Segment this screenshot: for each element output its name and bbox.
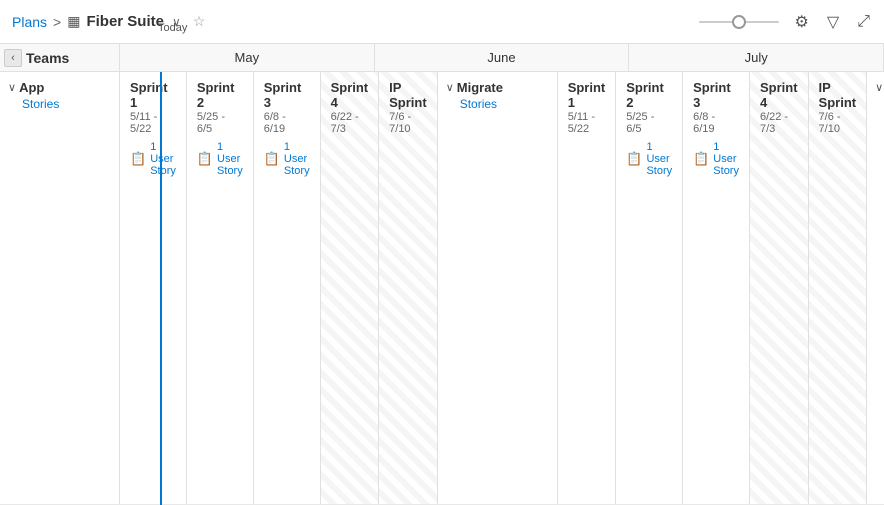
sprint-dates: 5/11 - 5/22: [568, 111, 606, 135]
sprint-name: Sprint 2: [197, 80, 243, 110]
today-label: Today: [158, 22, 187, 34]
main-container: Today ‹ Teams May June July ∨ App Storie…: [0, 44, 884, 505]
story-count-label: 1 User Story: [217, 141, 243, 177]
month-june: June: [375, 44, 630, 71]
team-name-row: ∨ App: [8, 80, 111, 95]
teams-header-cell: ‹ Teams: [0, 44, 120, 71]
sprint-cell-migrate-1: Sprint 2 5/25 - 6/5 📋 1 User Story: [616, 72, 683, 504]
sprint-name: IP Sprint: [389, 80, 427, 110]
sprint-name: Sprint 3: [693, 80, 739, 110]
team-stories-link[interactable]: Stories: [875, 97, 884, 111]
story-icon: 📋: [130, 151, 146, 167]
expand-icon: ⤢: [857, 13, 870, 31]
sprint-name: IP Sprint: [819, 80, 857, 110]
team-name-row: ∨ Report: [875, 80, 884, 95]
sprint-dates: 5/25 - 6/5: [626, 111, 672, 135]
expand-button[interactable]: ⤢: [855, 11, 872, 33]
story-icon: 📋: [264, 151, 280, 167]
month-may: May: [120, 44, 375, 71]
team-chevron-icon: ∨: [8, 81, 16, 94]
story-icon: 📋: [626, 151, 642, 167]
content-area: ∨ App Stories Sprint 1 5/11 - 5/22 📋 1 U…: [0, 72, 884, 505]
sprint-cell-app-2: Sprint 3 6/8 - 6/19 📋 1 User Story: [254, 72, 321, 504]
user-story-badge[interactable]: 📋 1 User Story: [130, 141, 176, 177]
sprint-dates: 6/8 - 6/19: [264, 111, 310, 135]
sprint-cell-app-3: Sprint 4 6/22 - 7/3: [321, 72, 380, 504]
project-title: Fiber Suite: [86, 13, 164, 30]
app-header: Plans > ▦ Fiber Suite ∨ ☆ ⚙ ▽ ⤢: [0, 0, 884, 44]
team-name-row: ∨ Migrate: [446, 80, 549, 95]
breadcrumb-separator: >: [53, 14, 61, 30]
sprint-dates: 5/25 - 6/5: [197, 111, 243, 135]
sprint-cell-app-0: Sprint 1 5/11 - 5/22 📋 1 User Story: [120, 72, 187, 504]
sprint-name: Sprint 3: [264, 80, 310, 110]
sprint-cell-app-4: IP Sprint 7/6 - 7/10: [379, 72, 438, 504]
story-icon: 📋: [693, 151, 709, 167]
sprint-dates: 6/22 - 7/3: [331, 111, 369, 135]
team-chevron-icon: ∨: [446, 81, 454, 94]
team-sprints-migrate: Sprint 1 5/11 - 5/22 Sprint 2 5/25 - 6/5…: [558, 72, 867, 504]
team-stories-link[interactable]: Stories: [8, 97, 111, 111]
team-sidebar-app: ∨ App Stories: [0, 72, 120, 504]
sprint-cell-migrate-2: Sprint 3 6/8 - 6/19 📋 1 User Story: [683, 72, 750, 504]
settings-button[interactable]: ⚙: [793, 10, 811, 34]
story-icon: 📋: [197, 151, 213, 167]
month-header-row: Today ‹ Teams May June July: [0, 44, 884, 72]
header-controls: ⚙ ▽ ⤢: [699, 10, 872, 34]
team-name: App: [19, 80, 44, 95]
team-sprints-app: Sprint 1 5/11 - 5/22 📋 1 User Story Spri…: [120, 72, 438, 504]
collapse-teams-button[interactable]: ‹: [4, 49, 22, 67]
team-sidebar-migrate: ∨ Migrate Stories: [438, 72, 558, 504]
team-section-app: ∨ App Stories Sprint 1 5/11 - 5/22 📋 1 U…: [0, 72, 438, 505]
story-count-label: 1 User Story: [150, 141, 176, 177]
sprint-cell-migrate-3: Sprint 4 6/22 - 7/3: [750, 72, 809, 504]
team-name: Migrate: [457, 80, 503, 95]
team-sidebar-report: ∨ Report Stories: [867, 72, 884, 504]
sprint-name: Sprint 1: [130, 80, 176, 110]
sprint-cell-migrate-0: Sprint 1 5/11 - 5/22: [558, 72, 617, 504]
story-count-label: 1 User Story: [284, 141, 310, 177]
breadcrumb: Plans > ▦ Fiber Suite ∨ ☆: [12, 13, 699, 30]
sprint-dates: 7/6 - 7/10: [389, 111, 427, 135]
sprint-name: Sprint 4: [760, 80, 798, 110]
filter-button[interactable]: ▽: [825, 10, 841, 34]
user-story-badge[interactable]: 📋 1 User Story: [264, 141, 310, 177]
sprint-name: Sprint 4: [331, 80, 369, 110]
sprint-dates: 5/11 - 5/22: [130, 111, 176, 135]
grid-icon: ▦: [67, 13, 80, 30]
filter-icon: ▽: [827, 12, 839, 32]
story-count-label: 1 User Story: [646, 141, 672, 177]
user-story-badge[interactable]: 📋 1 User Story: [626, 141, 672, 177]
user-story-badge[interactable]: 📋 1 User Story: [197, 141, 243, 177]
sprint-name: Sprint 2: [626, 80, 672, 110]
sprint-cell-app-1: Sprint 2 5/25 - 6/5 📋 1 User Story: [187, 72, 254, 504]
sprint-dates: 6/22 - 7/3: [760, 111, 798, 135]
zoom-slider-container: [699, 21, 779, 23]
sprint-name: Sprint 1: [568, 80, 606, 110]
teams-header-label: Teams: [26, 50, 69, 66]
month-july: July: [629, 44, 884, 71]
sprint-dates: 7/6 - 7/10: [819, 111, 857, 135]
team-section-report: ∨ Report Stories Sprint 1 5/11 - 5/22 Sp…: [867, 72, 884, 505]
team-section-migrate: ∨ Migrate Stories Sprint 1 5/11 - 5/22 S…: [438, 72, 867, 505]
user-story-badge[interactable]: 📋 1 User Story: [693, 141, 739, 177]
gear-icon: ⚙: [795, 12, 809, 32]
team-stories-link[interactable]: Stories: [446, 97, 549, 111]
story-count-label: 1 User Story: [713, 141, 739, 177]
sprint-dates: 6/8 - 6/19: [693, 111, 739, 135]
favorite-icon[interactable]: ☆: [193, 13, 206, 30]
breadcrumb-plans[interactable]: Plans: [12, 14, 47, 30]
team-chevron-icon: ∨: [875, 81, 883, 94]
zoom-slider[interactable]: [699, 21, 779, 23]
sprint-cell-migrate-4: IP Sprint 7/6 - 7/10: [809, 72, 868, 504]
